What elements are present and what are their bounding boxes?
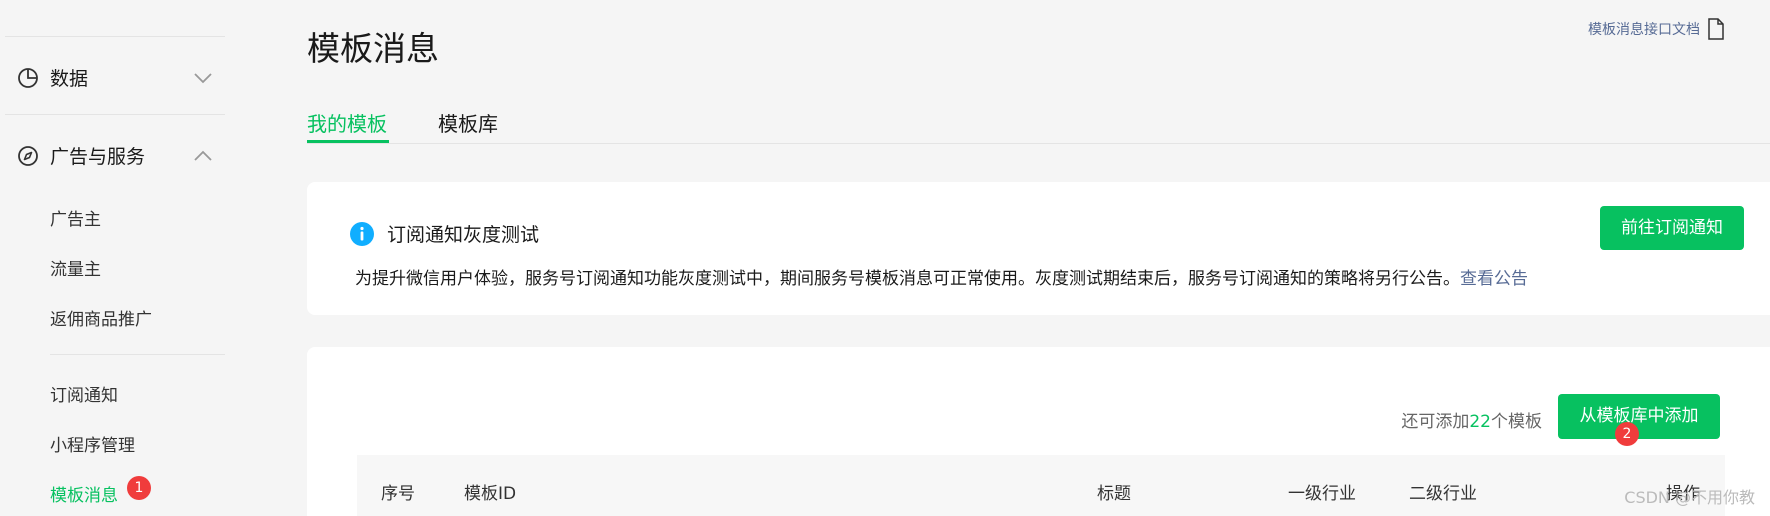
- sidebar-item-commission-promotion[interactable]: 返佣商品推广: [50, 305, 152, 330]
- notice-title: 订阅通知灰度测试: [387, 224, 540, 246]
- info-icon: [350, 222, 374, 246]
- doc-link[interactable]: 模板消息接口文档: [1588, 18, 1724, 40]
- view-announcement-link[interactable]: 查看公告: [1460, 269, 1528, 289]
- doc-link-label: 模板消息接口文档: [1588, 22, 1700, 38]
- column-header-primary-industry: 一级行业: [1288, 484, 1356, 504]
- notice-description: 为提升微信用户体验，服务号订阅通知功能灰度测试中，期间服务号模板消息可正常使用。…: [355, 264, 1528, 289]
- notice-text: 为提升微信用户体验，服务号订阅通知功能灰度测试中，期间服务号模板消息可正常使用。…: [355, 269, 1460, 289]
- step-badge: 2: [1615, 422, 1639, 446]
- sidebar-divider: [5, 36, 225, 37]
- tab-my-templates[interactable]: 我的模板: [307, 108, 387, 137]
- pie-chart-icon: [18, 67, 38, 88]
- table-header: 序号 模板ID 标题 一级行业 二级行业 操作: [357, 455, 1725, 516]
- sidebar-item-miniprogram[interactable]: 小程序管理: [50, 431, 135, 456]
- chevron-up-icon[interactable]: [192, 145, 214, 167]
- watermark: CSDN @不用你教: [1624, 488, 1755, 507]
- sidebar-item-advertiser[interactable]: 广告主: [50, 205, 101, 230]
- sidebar-item-publisher[interactable]: 流量主: [50, 255, 101, 280]
- add-from-library-button[interactable]: 从模板库中添加: [1558, 394, 1720, 439]
- step-badge: 1: [127, 476, 151, 500]
- tab-bar: 我的模板 模板库: [307, 100, 1770, 144]
- remaining-suffix: 个模板: [1491, 412, 1542, 432]
- sidebar-divider: [50, 354, 225, 355]
- notice-card: 订阅通知灰度测试 为提升微信用户体验，服务号订阅通知功能灰度测试中，期间服务号模…: [307, 182, 1770, 315]
- sidebar-group-label: 广告与服务: [50, 146, 146, 168]
- page-title: 模板消息: [307, 29, 439, 68]
- go-subscribe-notice-button[interactable]: 前往订阅通知: [1600, 206, 1744, 250]
- column-header-template-id: 模板ID: [464, 484, 517, 504]
- tab-active-indicator: [307, 140, 389, 143]
- document-icon: [1708, 18, 1724, 40]
- sidebar-divider: [5, 114, 225, 115]
- sidebar-group-ads-services[interactable]: 广告与服务: [16, 142, 216, 169]
- remaining-quota: 还可添加22个模板: [1401, 407, 1542, 432]
- chevron-down-icon[interactable]: [192, 67, 214, 89]
- sidebar: 数据 广告与服务 广告主 流量主 返佣商品推广 订阅通知 小程序管理 模板消息 …: [0, 0, 225, 516]
- sidebar-item-subscribe-notice[interactable]: 订阅通知: [50, 381, 118, 406]
- column-header-title: 标题: [1097, 484, 1131, 504]
- compass-icon: [18, 145, 38, 166]
- template-list-card: 还可添加22个模板 从模板库中添加 2 序号 模板ID 标题 一级行业 二级行业…: [307, 347, 1770, 516]
- sidebar-group-label: 数据: [50, 68, 89, 90]
- remaining-prefix: 还可添加: [1401, 412, 1470, 432]
- sidebar-group-data[interactable]: 数据: [16, 64, 216, 91]
- column-header-secondary-industry: 二级行业: [1409, 484, 1477, 504]
- tab-template-library[interactable]: 模板库: [438, 108, 498, 137]
- column-header-index: 序号: [381, 484, 415, 504]
- remaining-count: 22: [1469, 412, 1491, 432]
- sidebar-item-template-message[interactable]: 模板消息: [50, 481, 118, 506]
